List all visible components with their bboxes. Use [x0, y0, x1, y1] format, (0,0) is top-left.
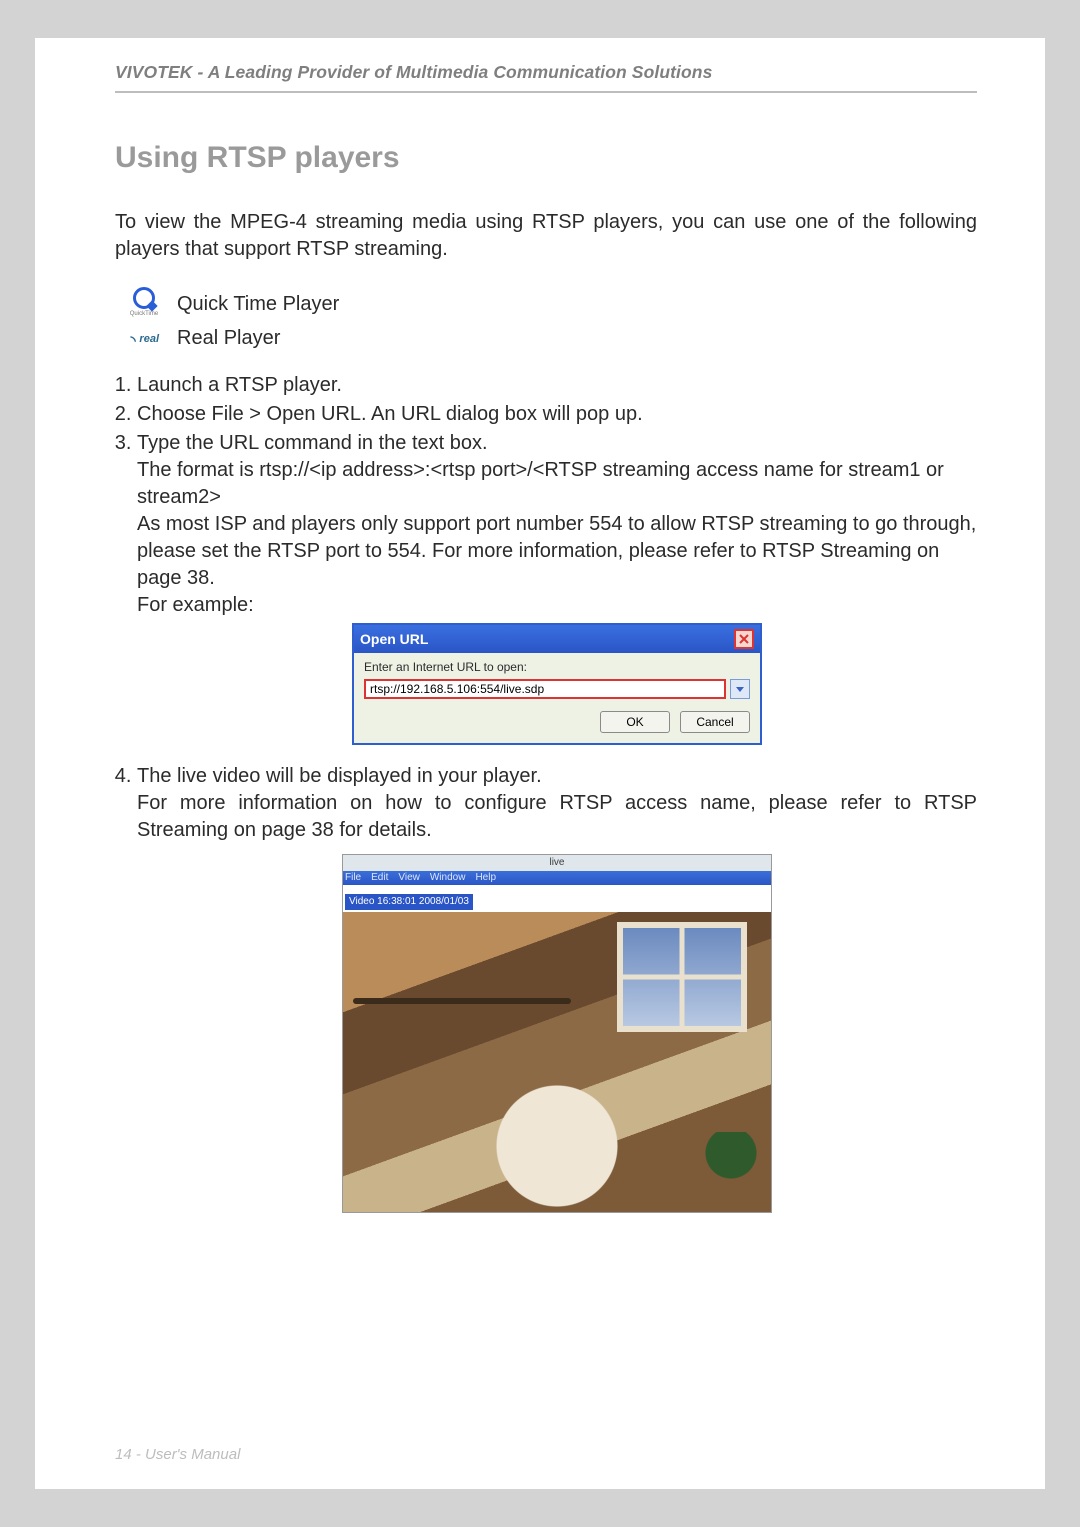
section-title: Using RTSP players — [115, 141, 977, 175]
menu-edit[interactable]: Edit — [371, 871, 388, 885]
realplayer-sublabel: real — [139, 333, 159, 345]
video-timestamp-overlay: Video 16:38:01 2008/01/03 — [345, 894, 473, 910]
video-title: live — [343, 855, 771, 871]
open-url-label: Enter an Internet URL to open: — [364, 659, 750, 675]
quicktime-icon: QuickTime — [129, 287, 159, 321]
step-4-head: The live video will be displayed in your… — [137, 765, 542, 787]
intro-paragraph: To view the MPEG-4 streaming media using… — [115, 209, 977, 263]
steps-list: Launch a RTSP player. Choose File > Open… — [115, 372, 977, 1213]
step-3: Type the URL command in the text box. Th… — [137, 430, 977, 745]
step-3-head: Type the URL command in the text box. — [137, 432, 488, 454]
quicktime-sublabel: QuickTime — [130, 311, 158, 317]
video-frame-image — [343, 912, 771, 1212]
step-4: The live video will be displayed in your… — [137, 763, 977, 1213]
open-url-dialog: Open URL Enter an Internet URL to open: — [352, 623, 762, 745]
open-url-title: Open URL — [360, 630, 428, 649]
url-input[interactable] — [364, 679, 726, 699]
url-dropdown-button[interactable] — [730, 679, 750, 699]
menu-help[interactable]: Help — [475, 871, 496, 885]
video-player-window: live File Edit View Window Help Video 16… — [342, 854, 772, 1213]
ok-button[interactable]: OK — [600, 711, 670, 733]
close-button[interactable] — [734, 629, 754, 649]
player-row-real: real Real Player — [129, 327, 977, 350]
step-3-line3: For example: — [137, 592, 977, 619]
video-menubar: File Edit View Window Help — [343, 871, 771, 885]
step-2: Choose File > Open URL. An URL dialog bo… — [137, 401, 977, 428]
quicktime-label: Quick Time Player — [177, 293, 339, 316]
page-header: VIVOTEK - A Leading Provider of Multimed… — [115, 58, 977, 93]
document-page: VIVOTEK - A Leading Provider of Multimed… — [35, 38, 1045, 1489]
step-3-line1: The format is rtsp://<ip address>:<rtsp … — [137, 457, 977, 511]
chevron-down-icon — [735, 684, 745, 694]
step-4-body: For more information on how to configure… — [137, 790, 977, 844]
realplayer-label: Real Player — [177, 327, 280, 350]
cancel-button[interactable]: Cancel — [680, 711, 750, 733]
menu-window[interactable]: Window — [430, 871, 466, 885]
menu-file[interactable]: File — [345, 871, 361, 885]
menu-view[interactable]: View — [398, 871, 420, 885]
step-1: Launch a RTSP player. — [137, 372, 977, 399]
step-3-line2: As most ISP and players only support por… — [137, 511, 977, 592]
player-row-quicktime: QuickTime Quick Time Player — [129, 287, 977, 321]
close-icon — [739, 634, 749, 644]
realplayer-icon: real — [129, 330, 159, 348]
page-footer: 14 - User's Manual — [115, 1446, 240, 1463]
